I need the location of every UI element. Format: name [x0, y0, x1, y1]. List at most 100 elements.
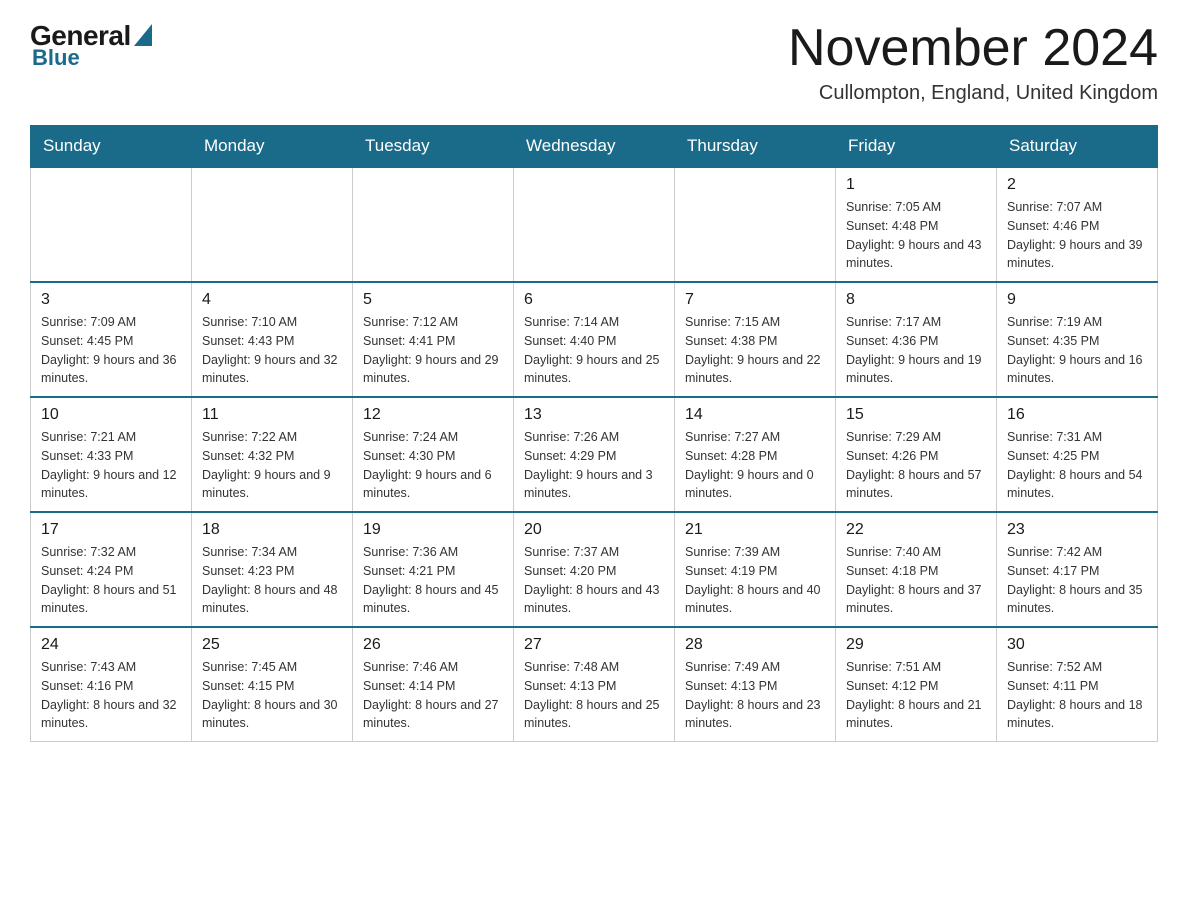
- day-number: 3: [41, 291, 181, 309]
- day-number: 12: [363, 406, 503, 424]
- day-number: 16: [1007, 406, 1147, 424]
- day-number: 15: [846, 406, 986, 424]
- logo: General Blue: [30, 20, 152, 71]
- calendar-cell: 26Sunrise: 7:46 AM Sunset: 4:14 PM Dayli…: [353, 627, 514, 742]
- day-number: 28: [685, 636, 825, 654]
- day-number: 11: [202, 406, 342, 424]
- day-info: Sunrise: 7:49 AM Sunset: 4:13 PM Dayligh…: [685, 658, 825, 733]
- day-info: Sunrise: 7:45 AM Sunset: 4:15 PM Dayligh…: [202, 658, 342, 733]
- calendar-cell: 13 Sunrise: 7:26 AM Sunset: 4:29 PM Dayli…: [514, 397, 675, 512]
- calendar-header-saturday: Saturday: [997, 126, 1158, 168]
- calendar-cell: 15 Sunrise: 7:29 AM Sunset: 4:26 PM Dayli…: [836, 397, 997, 512]
- day-info: Sunrise: 7:31 AM Sunset: 4:25 PM Dayligh…: [1007, 428, 1147, 503]
- day-info: Sunrise: 7:05 AM Sunset: 4:48 PM Dayligh…: [846, 198, 986, 273]
- calendar-cell: 10 Sunrise: 7:21 AM Sunset: 4:33 PM Dayli…: [31, 397, 192, 512]
- calendar-table: SundayMondayTuesdayWednesdayThursdayFrid…: [30, 125, 1158, 742]
- day-number: 20: [524, 521, 664, 539]
- calendar-header-wednesday: Wednesday: [514, 126, 675, 168]
- calendar-cell: 12 Sunrise: 7:24 AM Sunset: 4:30 PM Dayli…: [353, 397, 514, 512]
- logo-blue-text: Blue: [32, 45, 80, 71]
- day-info: Sunrise: 7:37 AM Sunset: 4:20 PM Dayligh…: [524, 543, 664, 618]
- calendar-cell: 18 Sunrise: 7:34 AM Sunset: 4:23 PM Dayli…: [192, 512, 353, 627]
- calendar-cell: 23 Sunrise: 7:42 AM Sunset: 4:17 PM Dayli…: [997, 512, 1158, 627]
- calendar-cell: 8Sunrise: 7:17 AM Sunset: 4:36 PM Daylig…: [836, 282, 997, 397]
- calendar-cell: 2 Sunrise: 7:07 AM Sunset: 4:46 PM Daylig…: [997, 167, 1158, 282]
- day-number: 24: [41, 636, 181, 654]
- calendar-cell: 24 Sunrise: 7:43 AM Sunset: 4:16 PM Dayli…: [31, 627, 192, 742]
- calendar-cell: 1 Sunrise: 7:05 AM Sunset: 4:48 PM Daylig…: [836, 167, 997, 282]
- calendar-week-row: 3 Sunrise: 7:09 AM Sunset: 4:45 PM Daylig…: [31, 282, 1158, 397]
- day-info: Sunrise: 7:09 AM Sunset: 4:45 PM Dayligh…: [41, 313, 181, 388]
- day-number: 23: [1007, 521, 1147, 539]
- calendar-cell: 9Sunrise: 7:19 AM Sunset: 4:35 PM Daylig…: [997, 282, 1158, 397]
- day-info: Sunrise: 7:07 AM Sunset: 4:46 PM Dayligh…: [1007, 198, 1147, 273]
- day-number: 18: [202, 521, 342, 539]
- day-number: 5: [363, 291, 503, 309]
- day-info: Sunrise: 7:26 AM Sunset: 4:29 PM Dayligh…: [524, 428, 664, 503]
- calendar-week-row: 10 Sunrise: 7:21 AM Sunset: 4:33 PM Dayli…: [31, 397, 1158, 512]
- calendar-cell: 3 Sunrise: 7:09 AM Sunset: 4:45 PM Daylig…: [31, 282, 192, 397]
- day-info: Sunrise: 7:12 AM Sunset: 4:41 PM Dayligh…: [363, 313, 503, 388]
- calendar-cell: 16 Sunrise: 7:31 AM Sunset: 4:25 PM Dayli…: [997, 397, 1158, 512]
- day-info: Sunrise: 7:21 AM Sunset: 4:33 PM Dayligh…: [41, 428, 181, 503]
- calendar-cell: 6 Sunrise: 7:14 AM Sunset: 4:40 PM Daylig…: [514, 282, 675, 397]
- day-number: 25: [202, 636, 342, 654]
- day-info: Sunrise: 7:43 AM Sunset: 4:16 PM Dayligh…: [41, 658, 181, 733]
- calendar-cell: 21Sunrise: 7:39 AM Sunset: 4:19 PM Dayli…: [675, 512, 836, 627]
- calendar-cell: 4Sunrise: 7:10 AM Sunset: 4:43 PM Daylig…: [192, 282, 353, 397]
- calendar-week-row: 17 Sunrise: 7:32 AM Sunset: 4:24 PM Dayli…: [31, 512, 1158, 627]
- day-number: 1: [846, 176, 986, 194]
- calendar-cell: [675, 167, 836, 282]
- page-header: General Blue November 2024 Cullompton, E…: [30, 20, 1158, 105]
- calendar-cell: 19Sunrise: 7:36 AM Sunset: 4:21 PM Dayli…: [353, 512, 514, 627]
- day-info: Sunrise: 7:48 AM Sunset: 4:13 PM Dayligh…: [524, 658, 664, 733]
- calendar-header-friday: Friday: [836, 126, 997, 168]
- day-number: 6: [524, 291, 664, 309]
- calendar-week-row: 1 Sunrise: 7:05 AM Sunset: 4:48 PM Daylig…: [31, 167, 1158, 282]
- day-number: 19: [363, 521, 503, 539]
- day-info: Sunrise: 7:24 AM Sunset: 4:30 PM Dayligh…: [363, 428, 503, 503]
- location-text: Cullompton, England, United Kingdom: [788, 82, 1158, 105]
- day-info: Sunrise: 7:52 AM Sunset: 4:11 PM Dayligh…: [1007, 658, 1147, 733]
- day-info: Sunrise: 7:34 AM Sunset: 4:23 PM Dayligh…: [202, 543, 342, 618]
- calendar-header-sunday: Sunday: [31, 126, 192, 168]
- calendar-cell: 30 Sunrise: 7:52 AM Sunset: 4:11 PM Dayli…: [997, 627, 1158, 742]
- day-info: Sunrise: 7:29 AM Sunset: 4:26 PM Dayligh…: [846, 428, 986, 503]
- calendar-cell: 14 Sunrise: 7:27 AM Sunset: 4:28 PM Dayli…: [675, 397, 836, 512]
- calendar-cell: [31, 167, 192, 282]
- calendar-cell: 17 Sunrise: 7:32 AM Sunset: 4:24 PM Dayli…: [31, 512, 192, 627]
- day-number: 13: [524, 406, 664, 424]
- calendar-header-thursday: Thursday: [675, 126, 836, 168]
- day-number: 7: [685, 291, 825, 309]
- calendar-cell: 7Sunrise: 7:15 AM Sunset: 4:38 PM Daylig…: [675, 282, 836, 397]
- day-info: Sunrise: 7:32 AM Sunset: 4:24 PM Dayligh…: [41, 543, 181, 618]
- day-number: 30: [1007, 636, 1147, 654]
- day-info: Sunrise: 7:17 AM Sunset: 4:36 PM Dayligh…: [846, 313, 986, 388]
- calendar-week-row: 24 Sunrise: 7:43 AM Sunset: 4:16 PM Dayli…: [31, 627, 1158, 742]
- day-number: 14: [685, 406, 825, 424]
- day-info: Sunrise: 7:27 AM Sunset: 4:28 PM Dayligh…: [685, 428, 825, 503]
- day-number: 29: [846, 636, 986, 654]
- calendar-header-tuesday: Tuesday: [353, 126, 514, 168]
- calendar-cell: [353, 167, 514, 282]
- calendar-cell: 11 Sunrise: 7:22 AM Sunset: 4:32 PM Dayli…: [192, 397, 353, 512]
- day-info: Sunrise: 7:51 AM Sunset: 4:12 PM Dayligh…: [846, 658, 986, 733]
- day-number: 2: [1007, 176, 1147, 194]
- day-number: 17: [41, 521, 181, 539]
- day-number: 10: [41, 406, 181, 424]
- day-number: 26: [363, 636, 503, 654]
- calendar-header-row: SundayMondayTuesdayWednesdayThursdayFrid…: [31, 126, 1158, 168]
- day-info: Sunrise: 7:22 AM Sunset: 4:32 PM Dayligh…: [202, 428, 342, 503]
- calendar-cell: [192, 167, 353, 282]
- calendar-cell: [514, 167, 675, 282]
- day-info: Sunrise: 7:42 AM Sunset: 4:17 PM Dayligh…: [1007, 543, 1147, 618]
- day-info: Sunrise: 7:14 AM Sunset: 4:40 PM Dayligh…: [524, 313, 664, 388]
- calendar-cell: 5 Sunrise: 7:12 AM Sunset: 4:41 PM Daylig…: [353, 282, 514, 397]
- calendar-cell: 20 Sunrise: 7:37 AM Sunset: 4:20 PM Dayli…: [514, 512, 675, 627]
- month-title: November 2024: [788, 20, 1158, 77]
- day-number: 9: [1007, 291, 1147, 309]
- title-section: November 2024 Cullompton, England, Unite…: [788, 20, 1158, 105]
- calendar-cell: 22Sunrise: 7:40 AM Sunset: 4:18 PM Dayli…: [836, 512, 997, 627]
- calendar-cell: 25 Sunrise: 7:45 AM Sunset: 4:15 PM Dayli…: [192, 627, 353, 742]
- day-info: Sunrise: 7:40 AM Sunset: 4:18 PM Dayligh…: [846, 543, 986, 618]
